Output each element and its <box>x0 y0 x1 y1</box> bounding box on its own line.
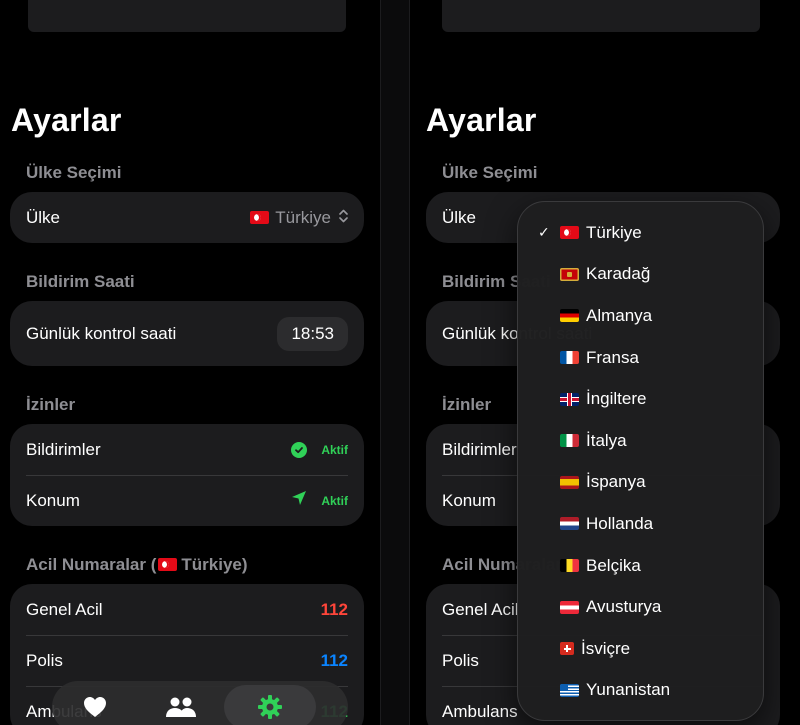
top-card <box>28 0 346 32</box>
gear-icon <box>258 695 282 719</box>
panel-divider <box>380 0 410 725</box>
italy-flag-icon <box>560 434 579 448</box>
montenegro-flag-icon <box>560 267 579 281</box>
tab-bar <box>52 681 348 725</box>
menu-item-label: Fransa <box>586 347 639 367</box>
menu-item-yunanistan[interactable]: Yunanistan <box>518 670 763 712</box>
menu-item-label: Belçika <box>586 555 641 575</box>
turkey-flag-icon <box>560 226 579 240</box>
country-picker[interactable]: Türkiye <box>250 208 348 228</box>
chevron-up-down-icon <box>339 209 348 226</box>
menu-item-label: Türkiye <box>586 222 642 242</box>
page-title: Ayarlar <box>426 102 537 138</box>
status-badge: Aktif <box>321 442 348 457</box>
country-section-label: Ülke Seçimi <box>26 163 122 182</box>
heart-icon <box>84 697 106 717</box>
emergency-label-country: Türkiye <box>181 555 242 574</box>
emergency-row-general[interactable]: Genel Acil 112 <box>10 584 364 635</box>
menu-item-isvicre[interactable]: İsviçre <box>518 628 763 670</box>
menu-item-label: İsviçre <box>581 638 631 658</box>
checkmark-icon: ✓ <box>538 224 550 241</box>
menu-item-label: Avusturya <box>586 597 662 617</box>
daily-check-row: Günlük kontrol saati 18:53 <box>10 301 364 366</box>
menu-item-label: İspanya <box>586 472 646 492</box>
emergency-number[interactable]: 112 <box>321 651 348 671</box>
location-arrow-icon <box>291 490 307 511</box>
country-row-label: Ülke <box>26 207 61 227</box>
daily-check-label: Günlük kontrol saati <box>26 323 177 343</box>
people-icon <box>166 697 196 717</box>
settings-screen-with-menu: Ayarlar Ülke Seçimi Ülke Bildirim Saati … <box>410 0 800 725</box>
menu-item-label: İtalya <box>586 430 627 450</box>
emergency-section-label: Acil Numaralar ( Türkiye) <box>26 555 248 575</box>
greece-flag-icon <box>560 683 579 697</box>
menu-item-karadag[interactable]: Karadağ <box>518 254 763 296</box>
emergency-row-police[interactable]: Polis 112 <box>10 635 364 686</box>
top-card <box>442 0 760 32</box>
permissions-section-label: İzinler <box>26 395 76 414</box>
austria-flag-icon <box>560 600 579 614</box>
tab-people[interactable] <box>138 685 224 725</box>
emergency-label: Genel Acil <box>26 599 103 619</box>
permissions-group: Bildirimler Aktif Konum Aktif <box>10 424 364 526</box>
emergency-label-prefix: Acil Numaralar ( <box>26 555 157 574</box>
permission-row-notifications[interactable]: Bildirimler Aktif <box>10 424 364 475</box>
france-flag-icon <box>560 351 579 365</box>
menu-item-label: Karadağ <box>586 264 651 284</box>
menu-item-label: Yunanistan <box>586 680 671 700</box>
notification-group: Günlük kontrol saati 18:53 <box>10 301 364 366</box>
menu-item-belcika[interactable]: Belçika <box>518 545 763 587</box>
emergency-number[interactable]: 112 <box>321 600 348 620</box>
permission-label: Konum <box>26 490 80 510</box>
selected-country: Türkiye <box>275 207 331 227</box>
menu-item-ingiltere[interactable]: İngiltere <box>518 378 763 420</box>
country-row[interactable]: Ülke Türkiye <box>10 192 364 243</box>
belgium-flag-icon <box>560 559 579 573</box>
emergency-label-suffix: ) <box>241 555 248 574</box>
country-section-label: Ülke Seçimi <box>442 163 538 182</box>
status-badge: Aktif <box>321 493 348 508</box>
tab-favorites[interactable] <box>52 685 138 725</box>
turkey-flag-icon <box>158 558 178 571</box>
turkey-flag-icon <box>250 211 270 224</box>
tab-settings[interactable] <box>224 685 316 725</box>
menu-item-hollanda[interactable]: Hollanda <box>518 503 763 545</box>
menu-item-fransa[interactable]: Fransa <box>518 337 763 379</box>
emergency-label: Polis <box>26 650 63 670</box>
country-group: Ülke Türkiye <box>10 192 364 243</box>
settings-screen: Ayarlar Ülke Seçimi Ülke Türkiye Bildiri… <box>0 0 380 725</box>
notification-section-label: Bildirim Saati <box>26 272 135 291</box>
menu-item-italya[interactable]: İtalya <box>518 420 763 462</box>
menu-item-avusturya[interactable]: Avusturya <box>518 586 763 628</box>
menu-item-label: Almanya <box>586 305 653 325</box>
menu-item-almanya[interactable]: Almanya <box>518 295 763 337</box>
page-title: Ayarlar <box>11 102 122 138</box>
menu-item-label: İngiltere <box>586 389 647 409</box>
menu-item-label: Hollanda <box>586 513 654 533</box>
check-circle-icon <box>291 441 308 458</box>
spain-flag-icon <box>560 475 579 489</box>
germany-flag-icon <box>560 309 579 323</box>
permission-row-location[interactable]: Konum Aktif <box>10 475 364 526</box>
time-picker[interactable]: 18:53 <box>277 316 348 351</box>
switzerland-flag-icon <box>560 642 574 656</box>
permission-label: Bildirimler <box>26 439 101 459</box>
netherlands-flag-icon <box>560 517 579 531</box>
menu-item-turkiye[interactable]: ✓ Türkiye <box>518 212 763 254</box>
permissions-section-label: İzinler <box>442 395 492 414</box>
menu-item-ispanya[interactable]: İspanya <box>518 462 763 504</box>
country-dropdown-menu: ✓ Türkiye Karadağ Almanya Fransa İngilte… <box>517 201 764 721</box>
uk-flag-icon <box>560 392 579 406</box>
